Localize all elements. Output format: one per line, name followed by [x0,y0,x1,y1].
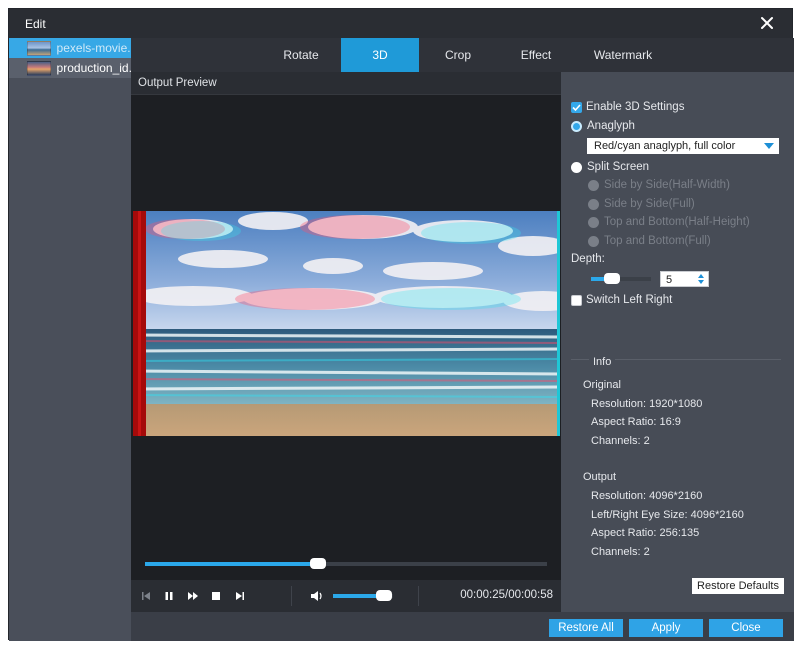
split-option-label: Top and Bottom(Half-Height) [604,216,750,228]
file-item-pexels[interactable]: pexels-movie... [9,38,131,58]
tab-rotate[interactable]: Rotate [262,38,340,72]
split-option-top-full[interactable]: Top and Bottom(Full) [588,235,711,247]
timeline-progress [145,562,318,566]
skip-back-icon[interactable] [138,588,154,604]
pause-icon[interactable] [161,588,177,604]
output-aspect-ratio: Aspect Ratio: 256:135 [591,527,700,539]
original-aspect-ratio: Aspect Ratio: 16:9 [591,416,681,428]
video-thumbnail [27,40,51,56]
fast-forward-icon[interactable] [185,588,201,604]
depth-handle[interactable] [604,273,620,284]
tab-3d[interactable]: 3D [341,38,419,72]
skip-forward-icon[interactable] [232,588,248,604]
split-option-side-full[interactable]: Side by Side(Full) [588,198,695,210]
original-resolution: Resolution: 1920*1080 [591,398,703,410]
volume-slider[interactable] [333,590,393,601]
window-title: Edit [25,17,46,31]
controls-divider [291,586,292,606]
chevron-up-icon[interactable] [698,274,704,278]
split-option-side-half[interactable]: Side by Side(Half-Width) [588,179,730,191]
playback-controls: 00:00:25/00:00:58 [131,580,561,612]
anaglyph-radio[interactable]: Anaglyph [571,120,635,132]
preview-header: Output Preview [131,72,561,95]
radio-selected-icon [571,120,582,132]
video-preview[interactable] [133,211,560,436]
preview-panel: Output Preview 00:00:25/00:00:58 [131,72,561,612]
split-screen-label: Split Screen [587,161,650,173]
preview-title: Output Preview [138,77,217,89]
3d-settings-panel: Enable 3D Settings Anaglyph Red/cyan ana… [561,72,794,612]
timecode: 00:00:25/00:00:58 [460,589,553,601]
split-option-label: Side by Side(Full) [604,198,695,210]
depth-slider[interactable] [591,273,651,284]
volume-icon[interactable] [309,588,325,604]
radio-disabled-icon [588,179,599,191]
controls-divider [418,586,419,606]
stop-icon[interactable] [208,588,224,604]
file-item-production[interactable]: production_id... [9,58,131,78]
radio-disabled-icon [588,235,599,247]
restore-defaults-button[interactable]: Restore Defaults [692,578,784,594]
depth-stepper[interactable]: 5 [660,271,709,287]
original-heading: Original [583,379,621,391]
chevron-down-icon[interactable] [698,280,704,284]
radio-disabled-icon [588,216,599,228]
enable-3d-checkbox[interactable]: Enable 3D Settings [571,101,684,113]
timeline-handle[interactable] [309,558,326,569]
output-heading: Output [583,471,617,483]
anaglyph-label: Anaglyph [587,120,635,132]
depth-value: 5 [666,274,673,286]
radio-unselected-icon [571,161,582,173]
split-option-label: Side by Side(Half-Width) [604,179,730,191]
original-channels: Channels: 2 [591,435,650,447]
edit-window: Edit pexels-movie... production_id... Ro… [8,8,794,641]
split-option-label: Top and Bottom(Full) [604,235,711,247]
edit-tabs: Rotate 3D Crop Effect Watermark [131,38,794,72]
depth-label: Depth: [571,253,605,265]
timeline [131,550,561,580]
output-resolution: Resolution: 4096*2160 [591,490,703,502]
restore-all-button[interactable]: Restore All [549,619,623,637]
split-option-top-half[interactable]: Top and Bottom(Half-Height) [588,216,750,228]
volume-handle[interactable] [376,590,392,601]
split-screen-radio[interactable]: Split Screen [571,161,649,173]
radio-disabled-icon [588,198,599,210]
apply-button[interactable]: Apply [629,619,703,637]
chevron-down-icon [764,143,774,149]
file-list-sidebar: pexels-movie... production_id... [9,38,131,641]
action-bar: Restore All Apply Close [131,612,794,641]
info-title: Info [589,356,616,368]
tab-crop[interactable]: Crop [419,38,497,72]
enable-3d-label: Enable 3D Settings [586,101,685,113]
file-name: production_id... [56,61,131,75]
tab-effect[interactable]: Effect [497,38,575,72]
output-channels: Channels: 2 [591,546,650,558]
file-name: pexels-movie... [56,41,131,55]
timeline-track[interactable] [145,558,547,569]
switch-left-right-checkbox[interactable]: Switch Left Right [571,294,672,306]
anaglyph-mode-value: Red/cyan anaglyph, full color [594,140,736,152]
output-eye-size: Left/Right Eye Size: 4096*2160 [591,509,744,521]
checkbox-checked-icon [571,101,582,113]
tab-watermark[interactable]: Watermark [575,38,671,72]
close-button[interactable]: Close [709,619,783,637]
anaglyph-mode-select[interactable]: Red/cyan anaglyph, full color [587,138,779,154]
video-thumbnail [27,60,51,76]
switch-left-right-label: Switch Left Right [586,294,673,306]
checkbox-unchecked-icon [571,294,582,306]
close-icon[interactable] [758,14,776,32]
title-bar: Edit [9,9,792,38]
